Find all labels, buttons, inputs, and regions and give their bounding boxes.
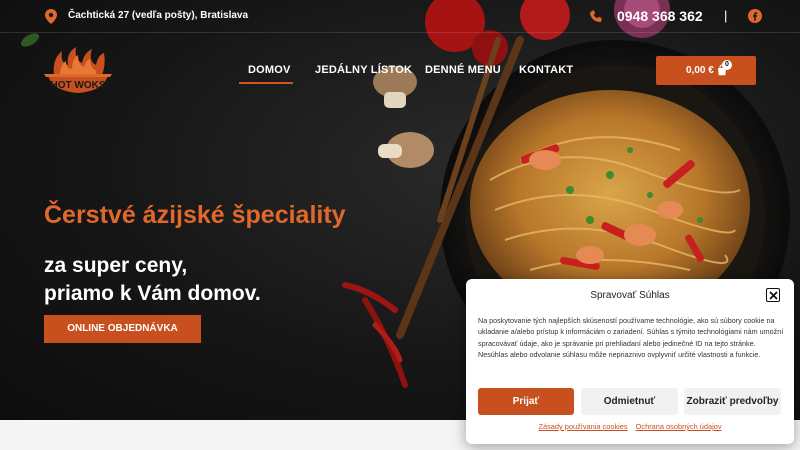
close-icon[interactable] [766,288,780,302]
nav-item-domov[interactable]: DOMOV [248,64,291,76]
online-order-button[interactable]: ONLINE OBJEDNÁVKA [44,315,201,343]
hero-subtitle-line-1: za super ceny, [44,254,188,277]
top-info-bar: Čachtická 27 (vedľa pošty), Bratislava 0… [0,0,800,33]
cookie-policy-link[interactable]: Zásady používania cookies [538,422,627,431]
deny-button[interactable]: Odmietnuť [581,388,678,415]
cart-button[interactable]: 0,00 € 0 [656,56,756,85]
nav-item-kontakt[interactable]: KONTAKT [519,64,573,76]
privacy-policy-link[interactable]: Ochrana osobných údajov [636,422,722,431]
consent-links: Zásady používania cookies Ochrana osobný… [466,422,794,431]
nav-active-indicator [239,82,293,84]
facebook-icon[interactable] [748,9,762,23]
accept-button[interactable]: Prijať [478,388,574,415]
phone-icon[interactable] [588,9,604,25]
consent-title: Spravovať Súhlas [590,290,670,301]
cart-total: 0,00 € [686,65,714,76]
nav-item-jedalny-listok[interactable]: JEDÁLNY LÍSTOK [315,64,412,76]
address-text: Čachtická 27 (vedľa pošty), Bratislava [68,10,249,21]
hot-woks-logo[interactable]: HOT WOKS [44,45,112,99]
main-header: HOT WOKS DOMOV JEDÁLNY LÍSTOK DENNÉ MENU… [0,33,800,108]
svg-text:HOT WOKS: HOT WOKS [51,80,106,91]
map-pin-icon [45,9,57,24]
hero-title: Čerstvé ázijské špeciality [44,201,346,229]
topbar-separator: | [724,8,728,23]
consent-body-text: Na poskytovanie tých najlepších skúsenos… [478,316,784,359]
cookie-consent-dialog: Spravovať Súhlas Na poskytovanie tých na… [466,279,794,444]
phone-number[interactable]: 0948 368 362 [617,8,703,24]
view-preferences-button[interactable]: Zobraziť predvoľby [684,388,781,415]
nav-item-denne-menu[interactable]: DENNÉ MENU [425,64,501,76]
hero-subtitle: za super ceny, priamo k Vám domov. [44,252,261,308]
hero-subtitle-line-2: priamo k Vám domov. [44,282,261,305]
cart-count-badge: 0 [722,60,732,70]
